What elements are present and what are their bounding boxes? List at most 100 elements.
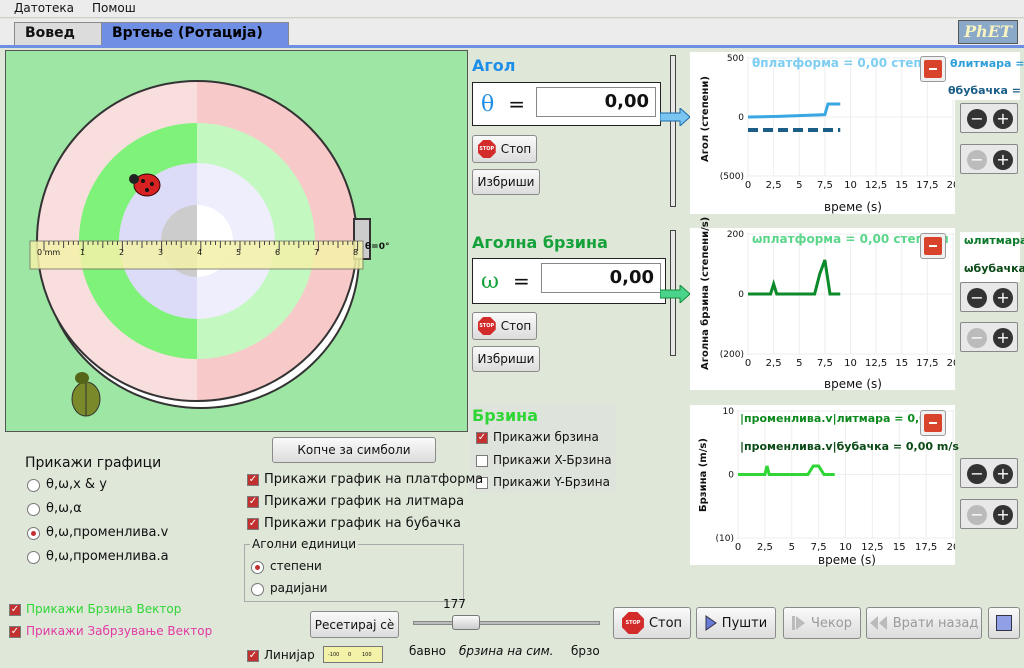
degrees-radio[interactable] xyxy=(251,561,264,574)
fast-label: брзо xyxy=(571,644,600,658)
x-tick-label: 12,5 xyxy=(865,358,887,369)
minimize-angle-graph-button[interactable] xyxy=(920,56,946,82)
theta-symbol: θ xyxy=(481,91,495,117)
y-tick-label: 200 xyxy=(727,230,744,240)
velocity-vector-label: Прикажи Брзина Вектор xyxy=(26,602,182,616)
angle-graph[interactable]: 02,557,51012,51517,5205000(500) xyxy=(690,52,960,214)
zoom-in-icon[interactable]: + xyxy=(993,505,1013,525)
x-tick-label: 10 xyxy=(839,542,852,553)
radians-radio[interactable] xyxy=(251,583,264,596)
zoom-out-icon[interactable]: − xyxy=(967,150,987,170)
speed-vzoom: − + xyxy=(960,458,1018,488)
ladybug-graph-label: Прикажи график на литмара xyxy=(264,494,465,509)
show-x-speed-checkbox[interactable] xyxy=(476,455,488,467)
ladybug-graph-checkbox[interactable]: ✓ xyxy=(247,496,259,508)
zoom-out-icon[interactable]: − xyxy=(967,328,987,348)
phet-logo[interactable]: PhET xyxy=(958,20,1018,44)
zoom-in-icon[interactable]: + xyxy=(993,464,1013,484)
x-tick-label: 5 xyxy=(796,358,802,369)
sim-speed-thumb[interactable] xyxy=(451,615,480,630)
ruler-mini-tick: 100 xyxy=(362,652,372,658)
graph-option-3-radio[interactable] xyxy=(27,527,40,540)
sim-speed-track[interactable] xyxy=(413,621,600,625)
rewind-icon xyxy=(869,616,887,630)
x-tick-label: 0 xyxy=(745,180,751,191)
zoom-in-icon[interactable]: + xyxy=(993,109,1013,129)
legend-ladybug-speed: |променлива.v|литмара = 0,00 xyxy=(740,412,935,425)
sim-stop-label: Стоп xyxy=(648,615,683,631)
symbol-key-button[interactable]: Копче за симболи xyxy=(272,437,436,463)
angvel-graph[interactable]: 02,557,51012,51517,5202000(200) xyxy=(690,228,960,390)
ruler-checkbox[interactable]: ✓ xyxy=(247,650,259,662)
x-tick-label: 15 xyxy=(895,358,908,369)
menu-file[interactable]: Датотека xyxy=(14,1,74,15)
zoom-in-icon[interactable]: + xyxy=(993,288,1013,308)
step-button[interactable]: Чекор xyxy=(783,607,861,639)
angle-graph-divider[interactable] xyxy=(670,55,676,207)
angle-readout: θ = 0,00 xyxy=(472,82,661,126)
zoom-in-icon[interactable]: + xyxy=(993,328,1013,348)
menu-help[interactable]: Помош xyxy=(92,1,136,15)
zoom-out-icon[interactable]: − xyxy=(967,505,987,525)
speed-graph-panel: 02,557,51012,51517,520100(10) xyxy=(690,405,960,565)
legend-beetle-speed: |променлива.v|бубачка = 0,00 m/s xyxy=(740,440,959,453)
angvel-graph-panel: 02,557,51012,51517,5202000(200) xyxy=(690,228,960,390)
speed-hzoom: − + xyxy=(960,499,1018,529)
ruler-mark-label: 1 xyxy=(80,248,86,257)
zoom-in-icon[interactable]: + xyxy=(993,150,1013,170)
acceleration-vector-checkbox[interactable]: ✓ xyxy=(9,626,21,638)
graph-option-1-label: θ,ω,x & y xyxy=(46,477,107,492)
x-tick-label: 10 xyxy=(844,180,857,191)
graph-option-4-radio[interactable] xyxy=(27,551,40,564)
platform-graph-checkbox[interactable]: ✓ xyxy=(247,474,259,486)
graph-option-2-radio[interactable] xyxy=(27,503,40,516)
step-icon xyxy=(792,616,806,630)
graph-option-1-radio[interactable] xyxy=(27,479,40,492)
ruler-zero: 0 mm xyxy=(37,248,61,257)
legend-ladybug-angvel: ωлитмара xyxy=(964,234,1024,247)
angle-clear-button[interactable]: Избриши xyxy=(472,169,540,195)
angle-value-field[interactable]: 0,00 xyxy=(536,87,656,117)
angle-vzoom: − + xyxy=(960,103,1018,133)
x-tick-label: 17,5 xyxy=(916,358,938,369)
angvel-stop-button[interactable]: STOP Стоп xyxy=(472,312,537,340)
y-tick-label: 0 xyxy=(728,471,734,481)
y-tick-label: 500 xyxy=(727,54,744,64)
angle-stop-button[interactable]: STOP Стоп xyxy=(472,135,537,163)
rewind-button[interactable]: Врати назад xyxy=(866,607,982,639)
zoom-out-icon[interactable]: − xyxy=(967,288,987,308)
clear-graphs-button[interactable] xyxy=(988,607,1020,639)
show-speed-checkbox[interactable]: ✓ xyxy=(476,432,488,444)
tab-rotation[interactable]: Вртење (Ротација) xyxy=(101,22,289,45)
angvel-value-field[interactable]: 0,00 xyxy=(541,263,661,293)
minimize-angvel-graph-button[interactable] xyxy=(920,233,946,259)
angle-graph-panel: 02,557,51012,51517,5205000(500) xyxy=(690,52,960,214)
stop-icon: STOP xyxy=(621,612,644,634)
step-label: Чекор xyxy=(811,615,852,631)
ruler-mark-label: 2 xyxy=(119,248,125,257)
stop-icon: STOP xyxy=(477,317,496,335)
angle-stop-label: Стоп xyxy=(500,142,532,156)
sim-speed-value: 177 xyxy=(443,597,466,611)
x-tick-label: 7,5 xyxy=(811,542,827,553)
reset-all-button[interactable]: Ресетирај сѐ xyxy=(310,611,399,638)
play-label: Пушти xyxy=(721,615,768,631)
zoom-out-icon[interactable]: − xyxy=(967,464,987,484)
angle-hzoom: − + xyxy=(960,144,1018,174)
angvel-clear-button[interactable]: Избриши xyxy=(472,346,540,372)
legend-platform-angle: θплатформа = 0,00 степени xyxy=(752,56,947,70)
tab-intro[interactable]: Вовед xyxy=(14,22,102,45)
ruler-mark-label: 4 xyxy=(197,248,203,257)
x-tick-label: 5 xyxy=(796,180,802,191)
speed-graph[interactable]: 02,557,51012,51517,520100(10) xyxy=(690,405,960,565)
angvel-stop-label: Стоп xyxy=(500,319,532,333)
zoom-out-icon[interactable]: − xyxy=(967,109,987,129)
beetle-graph-checkbox[interactable]: ✓ xyxy=(247,518,259,530)
play-button[interactable]: Пушти xyxy=(696,607,776,639)
ruler-mark-label: 6 xyxy=(275,248,281,257)
minimize-speed-graph-button[interactable] xyxy=(920,410,946,436)
velocity-vector-checkbox[interactable]: ✓ xyxy=(9,604,21,616)
show-y-speed-label: Прикажи Y-Брзина xyxy=(493,475,610,489)
degrees-label: степени xyxy=(270,559,322,573)
sim-stop-button[interactable]: STOP Стоп xyxy=(613,607,691,639)
